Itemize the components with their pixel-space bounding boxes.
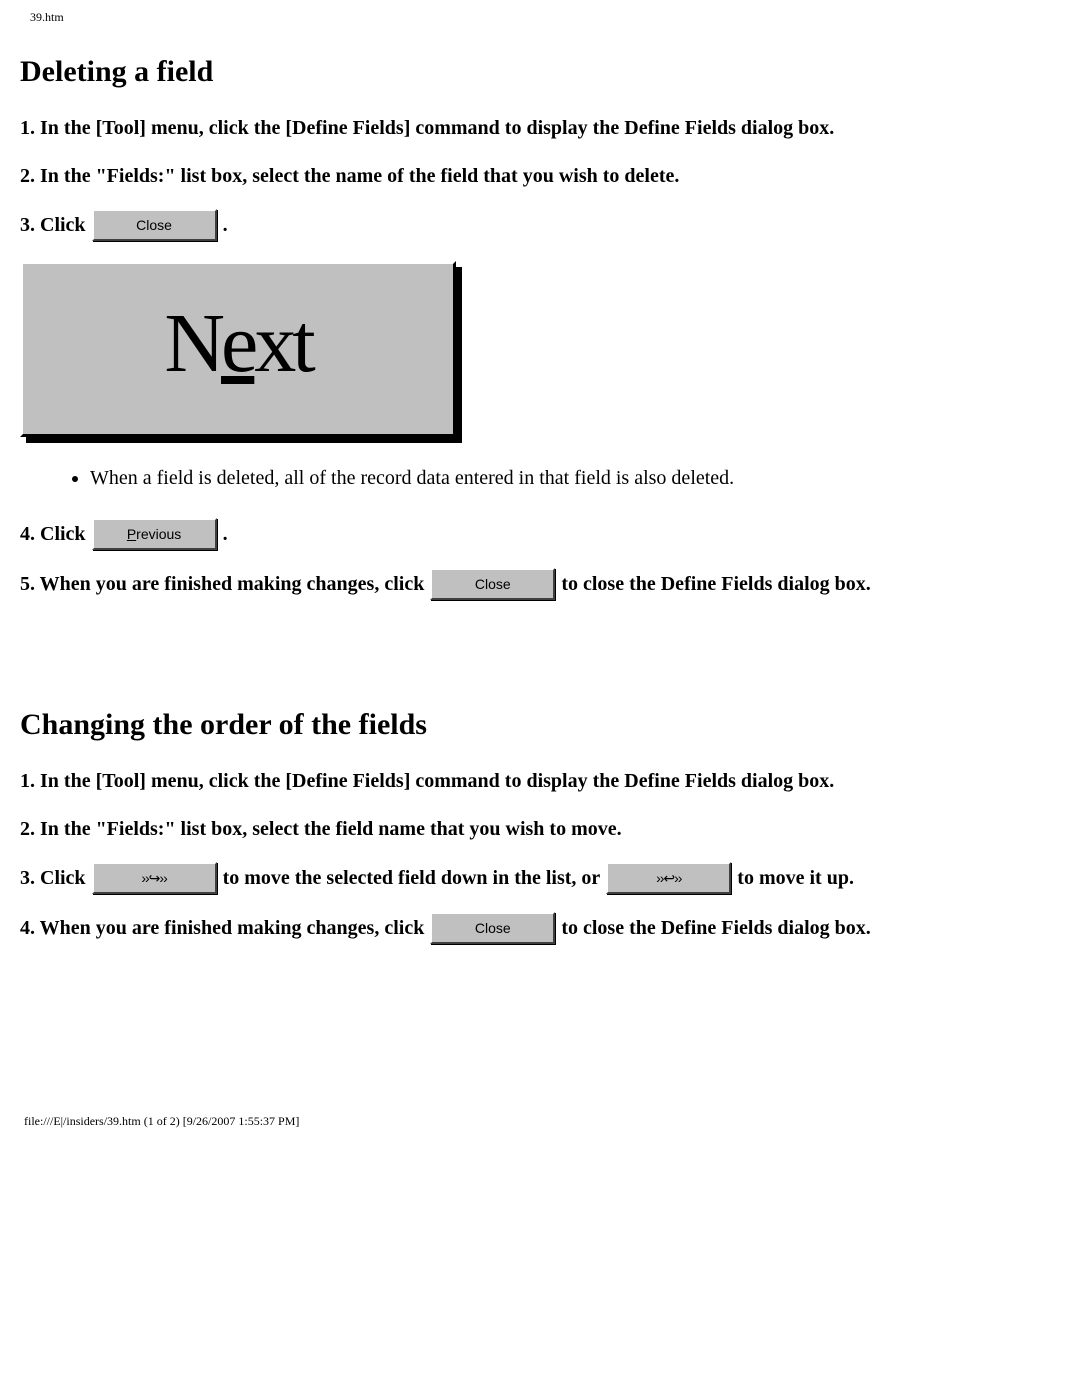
note-list: When a field is deleted, all of the reco… — [70, 467, 1060, 490]
previous-button[interactable]: Previous — [92, 518, 217, 550]
section2-step3: 3. Click ››↪›› to move the selected fiel… — [20, 862, 1060, 894]
step3-middle: to move the selected field down in the l… — [223, 863, 601, 893]
close-button[interactable]: Close — [92, 209, 217, 241]
page-header-path: 39.htm — [30, 10, 1060, 25]
section-title-deleting: Deleting a field — [20, 55, 1060, 89]
section2-step4: 4. When you are finished making changes,… — [20, 912, 1060, 944]
section1-step4: 4. Click Previous . — [20, 518, 1060, 550]
section-title-changing: Changing the order of the fields — [20, 708, 1060, 742]
arrow-down-right-icon: ››↪›› — [141, 868, 166, 889]
step5-suffix: to close the Define Fields dialog box. — [561, 569, 870, 599]
note-item: When a field is deleted, all of the reco… — [90, 467, 1060, 490]
step4-suffix: . — [223, 519, 228, 549]
move-up-button[interactable]: ››↩›› — [606, 862, 731, 894]
section1-step2: 2. In the "Fields:" list box, select the… — [20, 161, 1060, 191]
step5-prefix: 5. When you are finished making changes,… — [20, 569, 424, 599]
close-button-2[interactable]: Close — [430, 568, 555, 600]
arrow-up-left-icon: ››↩›› — [656, 868, 681, 889]
next-button-label: Next — [164, 297, 311, 390]
page-footer: file:///E|/insiders/39.htm (1 of 2) [9/2… — [24, 1114, 1060, 1129]
step3-prefix: 3. Click — [20, 863, 86, 893]
step3-suffix: . — [223, 210, 228, 240]
section1-step3: 3. Click Close . — [20, 209, 1060, 241]
next-button-large[interactable]: Next — [20, 261, 456, 437]
step4-prefix: 4. Click — [20, 519, 86, 549]
section2-step2: 2. In the "Fields:" list box, select the… — [20, 814, 1060, 844]
step4-prefix: 4. When you are finished making changes,… — [20, 913, 424, 943]
move-down-button[interactable]: ››↪›› — [92, 862, 217, 894]
section2-step1: 1. In the [Tool] menu, click the [Define… — [20, 766, 1060, 796]
step3-suffix: to move it up. — [737, 863, 854, 893]
section1-step1: 1. In the [Tool] menu, click the [Define… — [20, 113, 1060, 143]
step4-suffix: to close the Define Fields dialog box. — [561, 913, 870, 943]
close-button-3[interactable]: Close — [430, 912, 555, 944]
step3-prefix: 3. Click — [20, 210, 86, 240]
section1-step5: 5. When you are finished making changes,… — [20, 568, 1060, 600]
